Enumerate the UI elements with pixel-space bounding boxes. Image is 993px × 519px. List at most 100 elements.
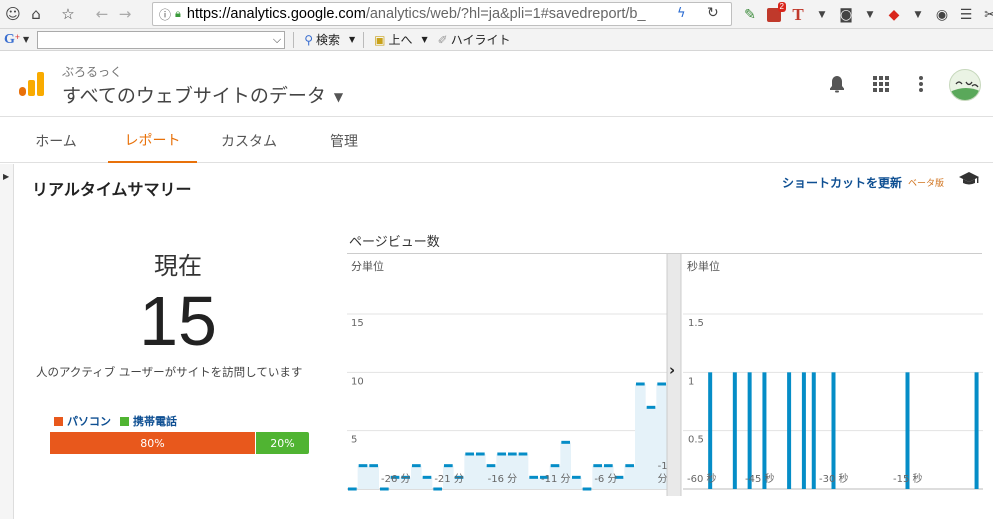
second-y-tick-label: 0.5 xyxy=(688,435,704,446)
eye-icon[interactable]: ◉ xyxy=(932,5,952,25)
splitter-arrow-icon: › xyxy=(669,361,675,379)
account-name[interactable]: ぶろるっく xyxy=(62,63,122,80)
minute-x-tick-label: -21 分 xyxy=(434,473,464,485)
minute-panel-label: 分単位 xyxy=(351,259,384,273)
minute-y-tick-label: 15 xyxy=(351,318,364,329)
minute-x-tick-label: -6 分 xyxy=(594,473,617,485)
second-x-tick-label: -15 秒 xyxy=(893,472,923,485)
browser-toolbar: ☺ ⌂ ☆ ← → ⓘ 🔒︎ https://analytics.google.… xyxy=(0,0,993,29)
tab-custom[interactable]: カスタム xyxy=(206,118,292,163)
legend-desktop-label[interactable]: パソコン xyxy=(67,413,111,429)
device-legend: パソコン 携帯電話 xyxy=(54,413,177,429)
second-bar xyxy=(762,372,767,489)
now-label: 現在 xyxy=(154,252,202,280)
desktop-share-label: 80% xyxy=(140,436,165,450)
extension-icons: ✎ 2 T ▼ ◙ ▼ ◆ ▼ ◉ ☰ ✂ » xyxy=(740,2,993,26)
address-bar[interactable]: ⓘ 🔒︎ https://analytics.google.com/analyt… xyxy=(152,2,732,26)
tab-home-label: ホーム xyxy=(35,133,77,150)
up-button[interactable]: ▣ 上へ ▼ xyxy=(374,31,428,48)
second-bar xyxy=(787,372,792,489)
notification-icon[interactable]: 2 xyxy=(764,2,786,25)
tab-reports[interactable]: レポート xyxy=(108,118,197,163)
property-view-selector[interactable]: すべてのウェブサイトのデータ ▼ xyxy=(62,81,343,108)
menu-icon[interactable]: ☰ xyxy=(956,5,976,25)
search-button[interactable]: ⚲ 検索 ▼ xyxy=(304,31,355,48)
camera-icon[interactable]: ◙ xyxy=(836,5,856,25)
mobile-share-label: 20% xyxy=(270,436,295,450)
second-bar xyxy=(811,372,816,489)
tab-home[interactable]: ホーム xyxy=(20,118,92,163)
second-bar xyxy=(732,372,737,489)
legend-swatch-desktop xyxy=(54,416,63,426)
apps-grid-icon[interactable] xyxy=(870,73,892,95)
active-users-count: 15 xyxy=(139,282,217,360)
dropdown-icon[interactable]: ▼ xyxy=(23,35,29,44)
second-panel-label: 秒単位 xyxy=(687,259,720,273)
google-toolbar: G+ ▼ ⌵ ⚲ 検索 ▼ ▣ 上へ ▼ ✐ ハイライト xyxy=(0,29,993,51)
property-view-label: すべてのウェブサイトのデータ xyxy=(62,85,326,107)
mobile-share-segment: 20% xyxy=(256,432,309,454)
analytics-logo-icon[interactable] xyxy=(18,71,44,97)
forward-icon[interactable]: → xyxy=(115,4,135,24)
search-button-label: 検索 xyxy=(315,33,340,47)
second-bar xyxy=(747,372,752,489)
second-bar xyxy=(905,372,910,489)
second-x-tick-label: -30 秒 xyxy=(819,472,849,485)
tab-admin[interactable]: 管理 xyxy=(316,118,372,163)
desktop-share-segment: 80% xyxy=(50,432,255,454)
highlight-button[interactable]: ✐ ハイライト xyxy=(438,31,511,48)
wrench-icon[interactable]: ✂ xyxy=(980,5,993,25)
second-x-tick-label: -60 秒 xyxy=(687,472,717,485)
lightning-icon[interactable]: ϟ xyxy=(677,6,686,21)
chart-title: ページビュー数 xyxy=(349,235,440,250)
lock-icon: 🔒︎ xyxy=(175,7,181,20)
text-tool-icon[interactable]: T xyxy=(788,5,808,25)
info-icon[interactable]: ⓘ xyxy=(159,6,171,23)
tab-admin-label: 管理 xyxy=(330,133,358,150)
divider xyxy=(293,31,295,48)
dropdown-icon[interactable]: ▼ xyxy=(908,5,928,25)
dropdown-icon[interactable]: ▼ xyxy=(860,5,880,25)
bell-icon[interactable] xyxy=(826,73,848,95)
minute-x-tick-label: -16 分 xyxy=(488,473,518,485)
second-bar xyxy=(801,372,806,489)
beta-badge: ベータ版 xyxy=(908,179,945,189)
tab-custom-label: カスタム xyxy=(221,133,277,150)
google-plus-icon[interactable]: G+ xyxy=(4,32,20,48)
back-icon[interactable]: ← xyxy=(92,4,112,24)
dropdown-icon: ▼ xyxy=(349,35,356,44)
device-split-bar: 80% 20% xyxy=(50,432,309,454)
url-path: /analytics/web/?hl=ja&pli=1#savedreport/… xyxy=(365,6,646,22)
minute-x-tick-label: -1 xyxy=(658,461,668,472)
caret-down-icon: ▼ xyxy=(333,89,344,104)
toolbar-search-field[interactable]: ⌵ xyxy=(37,30,286,49)
legend-swatch-mobile xyxy=(120,416,129,426)
firefox-menu-icon[interactable]: ☺ xyxy=(3,4,23,24)
search-icon: ⚲ xyxy=(304,32,313,47)
second-y-tick-label: 1.5 xyxy=(688,318,704,329)
graduation-cap-icon[interactable] xyxy=(958,170,980,188)
avatar[interactable] xyxy=(949,69,981,101)
second-bar xyxy=(974,372,979,489)
second-bar xyxy=(831,372,836,489)
active-users-description: 人のアクティブ ユーザーがサイトを訪問しています xyxy=(36,365,303,379)
shape-icon[interactable]: ◆ xyxy=(884,5,904,25)
pageviews-chart: 分単位 5 10 15 -26 分 -21 分 -16 分 -11 分 -6 分 -1分 › 秒単位 0… xyxy=(347,254,983,496)
main-nav: ホーム レポート カスタム 管理 xyxy=(0,118,993,163)
url-text[interactable]: https://analytics.google.com/analytics/w… xyxy=(187,6,657,22)
sidebar-toggle[interactable]: ▶ xyxy=(0,164,14,519)
legend-mobile-label[interactable]: 携帯電話 xyxy=(133,413,177,429)
dropdown-icon: ▼ xyxy=(421,35,428,44)
bookmark-star-icon[interactable]: ☆ xyxy=(58,4,78,24)
home-icon[interactable]: ⌂ xyxy=(26,4,46,24)
more-vert-icon[interactable] xyxy=(910,73,932,95)
minute-x-tick-label: -11 分 xyxy=(541,473,571,485)
update-shortcut-link[interactable]: ショートカットを更新 xyxy=(782,174,902,191)
notification-badge: 2 xyxy=(777,2,786,12)
addon-icon[interactable]: ✎ xyxy=(740,5,760,25)
minute-x-tick-label: 分 xyxy=(658,473,668,485)
dropdown-icon[interactable]: ▼ xyxy=(812,5,832,25)
second-x-tick-label: -45 秒 xyxy=(745,472,775,485)
reload-icon[interactable]: ↻ xyxy=(707,5,719,21)
second-bar xyxy=(708,372,713,489)
